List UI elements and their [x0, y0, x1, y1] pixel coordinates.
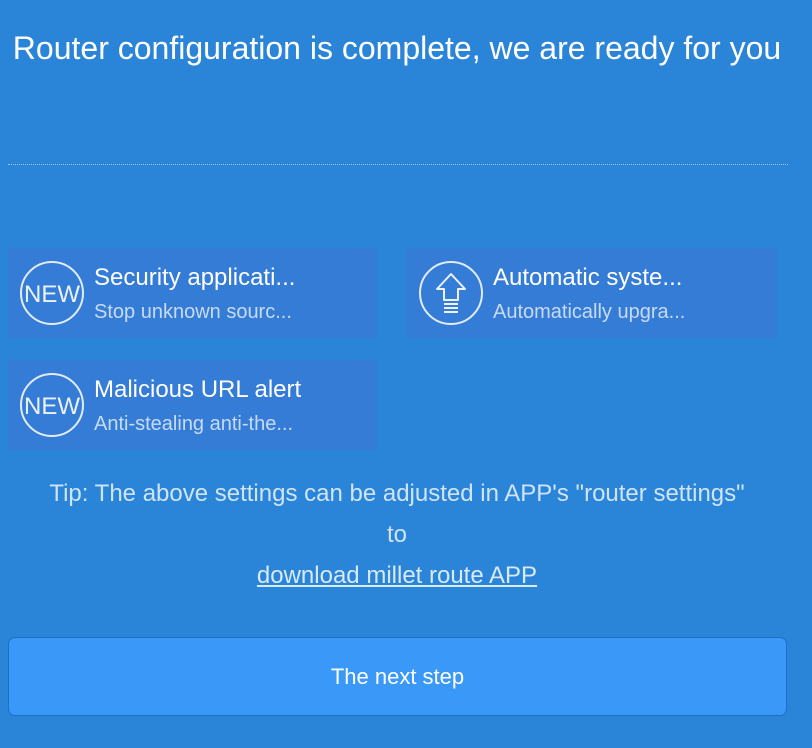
new-badge-text: NEW: [24, 281, 80, 308]
upgrade-arrow-icon: [417, 259, 485, 327]
feature-description: Automatically upgra...: [493, 300, 686, 323]
new-badge-icon: NEW: [18, 259, 86, 327]
feature-title: Malicious URL alert: [94, 375, 302, 403]
new-badge-text: NEW: [24, 393, 80, 420]
feature-description: Anti-stealing anti-the...: [94, 412, 293, 435]
tip-text: Tip: The above settings can be adjusted …: [49, 480, 745, 548]
dotted-divider: [8, 164, 788, 165]
tip-message: Tip: The above settings can be adjusted …: [0, 473, 794, 596]
feature-title: Automatic syste...: [493, 263, 683, 291]
new-badge-icon: NEW: [18, 371, 86, 439]
feature-malicious-url-alert[interactable]: NEW Malicious URL alert Anti-stealing an…: [8, 360, 377, 450]
page-title: Router configuration is complete, we are…: [12, 30, 782, 66]
feature-automatic-system-upgrade[interactable]: Automatic syste... Automatically upgra..…: [407, 248, 777, 338]
next-step-button[interactable]: The next step: [8, 637, 787, 716]
feature-description: Stop unknown sourc...: [94, 300, 292, 323]
download-app-link[interactable]: download millet route APP: [257, 555, 537, 596]
feature-title: Security applicati...: [94, 263, 296, 291]
feature-security-application[interactable]: NEW Security applicati... Stop unknown s…: [8, 248, 377, 338]
